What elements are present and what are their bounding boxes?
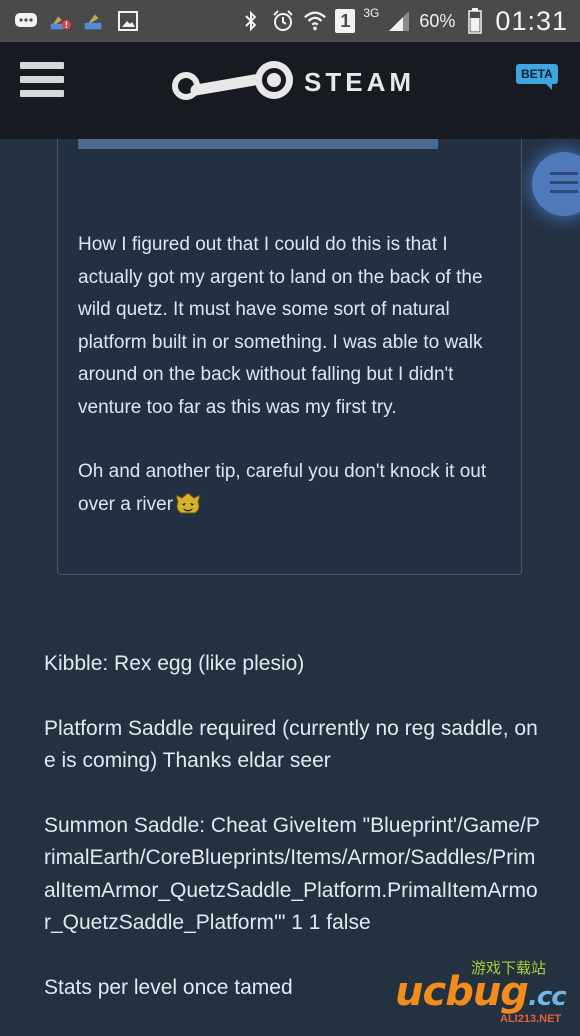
watermark-logo-text: ucbug	[395, 969, 529, 1015]
status-bar: 1 3G 60% 01:31	[0, 0, 580, 42]
quote-text: How I figured out that I could do this i…	[78, 229, 503, 553]
quote-author-bar	[78, 139, 438, 149]
scroll-to-top-button[interactable]	[532, 152, 580, 216]
post-paragraph: Summon Saddle: Cheat GiveItem "Blueprint…	[44, 813, 540, 935]
signal-strength-icon	[387, 10, 411, 32]
post-paragraph: Kibble: Rex egg (like plesio)	[44, 652, 305, 675]
chat-notification-icon	[14, 10, 38, 32]
fab-stripe	[550, 172, 578, 175]
watermark-logo-suffix: .cc	[527, 982, 567, 1012]
menu-bar	[20, 90, 64, 97]
alarm-icon	[271, 10, 295, 32]
quote-block: How I figured out that I could do this i…	[57, 139, 522, 575]
network-type: 3G	[363, 6, 380, 20]
quote-paragraph: How I figured out that I could do this i…	[78, 234, 483, 418]
steam-logo[interactable]: STEAM	[170, 60, 415, 104]
post-paragraph: Platform Saddle required (currently no r…	[44, 716, 538, 773]
fab-stripe	[550, 190, 578, 193]
quote-paragraph: Oh and another tip, careful you don't kn…	[78, 456, 503, 521]
menu-bar	[20, 76, 64, 83]
emoticon-icon	[175, 492, 201, 516]
sim-card-icon: 1	[335, 9, 356, 33]
app-header: STEAM BETA	[0, 42, 580, 139]
battery-icon	[463, 8, 487, 34]
watermark-site: ALI213.NET	[500, 1013, 562, 1025]
clock: 01:31	[495, 5, 568, 36]
steam-logo-icon	[172, 61, 293, 100]
quote-paragraph-text: Oh and another tip, careful you don't kn…	[78, 461, 487, 515]
fab-stripe	[550, 181, 578, 184]
gallery-icon	[116, 10, 140, 32]
hamburger-menu-button[interactable]	[20, 62, 64, 100]
cleaner-icon	[82, 10, 106, 32]
menu-bar	[20, 62, 64, 69]
steam-wordmark: STEAM	[304, 66, 415, 97]
ucbug-watermark: 游戏下载站 ucbug.cc ALI213.NET	[395, 955, 580, 1031]
beta-badge[interactable]: BETA	[516, 64, 558, 90]
bluetooth-icon	[239, 10, 263, 32]
cleaner-alert-icon	[48, 10, 72, 32]
wifi-icon	[303, 10, 327, 32]
battery-percent: 60%	[419, 10, 456, 31]
watermark-logo: ucbug.cc	[395, 969, 567, 1015]
